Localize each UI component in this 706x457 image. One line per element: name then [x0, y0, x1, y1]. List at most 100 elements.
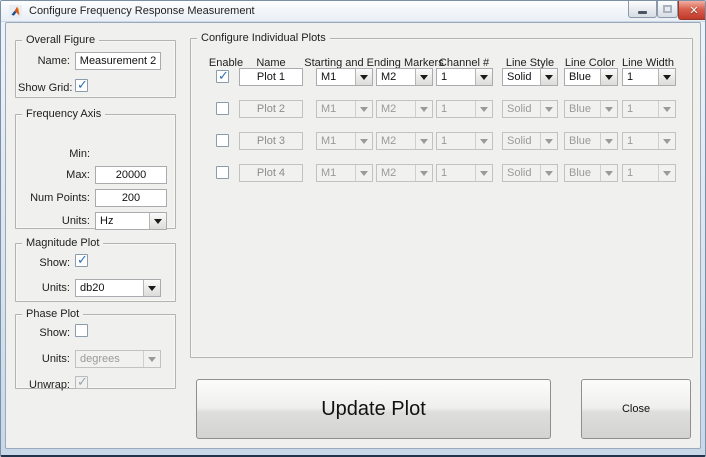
magnitude-plot-group: Magnitude Plot Show: Units: db20 — [15, 243, 176, 302]
marker-start-select: M1 — [316, 164, 373, 182]
update-plot-button[interactable]: Update Plot — [196, 379, 551, 439]
line-color-select[interactable]: Blue — [564, 68, 618, 86]
marker-start-select[interactable]: M1 — [316, 68, 373, 86]
chevron-down-icon — [658, 69, 675, 85]
chevron-down-icon — [600, 133, 617, 149]
max-input[interactable] — [95, 166, 167, 184]
individual-plots-group: Configure Individual Plots Enable Name S… — [190, 38, 693, 358]
name-label: Name: — [18, 55, 70, 67]
minimize-button[interactable] — [628, 1, 657, 18]
marker-start-select: M1 — [316, 132, 373, 150]
chevron-down-icon — [355, 133, 372, 149]
plot-row: M1 M2 1 Solid Blue 1 — [191, 164, 692, 184]
show-grid-checkbox[interactable] — [75, 79, 88, 92]
minimize-icon — [638, 11, 647, 14]
plot-name-input — [239, 132, 303, 150]
units-label: Units: — [18, 353, 70, 365]
chevron-down-icon — [475, 165, 492, 181]
chevron-down-icon — [475, 133, 492, 149]
chevron-down-icon — [475, 69, 492, 85]
show-label: Show: — [18, 327, 70, 339]
line-style-select: Solid — [502, 132, 558, 150]
chevron-down-icon — [540, 165, 557, 181]
chevron-down-icon — [475, 101, 492, 117]
marker-end-select: M2 — [376, 132, 433, 150]
chevron-down-icon — [658, 133, 675, 149]
enable-checkbox[interactable] — [216, 134, 229, 147]
line-width-select: 1 — [622, 164, 676, 182]
marker-end-select[interactable]: M2 — [376, 68, 433, 86]
magnitude-units-select[interactable]: db20 — [75, 279, 161, 297]
line-style-select: Solid — [502, 164, 558, 182]
chevron-down-icon — [540, 69, 557, 85]
chevron-down-icon — [658, 165, 675, 181]
enable-checkbox[interactable] — [216, 102, 229, 115]
show-label: Show: — [18, 257, 70, 269]
plot-name-input — [239, 100, 303, 118]
window-title: Configure Frequency Response Measurement — [29, 5, 255, 17]
frequency-axis-group: Frequency Axis Min: Max: Num Points: Uni… — [15, 114, 176, 229]
phase-units-select: degrees — [75, 350, 161, 368]
phase-show-checkbox[interactable] — [75, 324, 88, 337]
chevron-down-icon — [143, 351, 160, 367]
chevron-down-icon — [415, 165, 432, 181]
max-label: Max: — [18, 169, 90, 181]
line-color-select: Blue — [564, 100, 618, 118]
chevron-down-icon — [415, 101, 432, 117]
group-title: Configure Individual Plots — [197, 32, 330, 44]
chevron-down-icon — [540, 101, 557, 117]
chevron-down-icon — [355, 165, 372, 181]
chevron-down-icon — [143, 280, 160, 296]
num-points-label: Num Points: — [18, 192, 90, 204]
enable-checkbox[interactable] — [216, 70, 229, 83]
num-points-input[interactable] — [95, 189, 167, 207]
chevron-down-icon — [658, 101, 675, 117]
close-window-button[interactable]: ✕ — [678, 1, 706, 20]
close-icon: ✕ — [689, 4, 698, 17]
unwrap-checkbox — [75, 376, 88, 389]
line-color-select: Blue — [564, 132, 618, 150]
plot-row: M1 M2 1 Solid Blue 1 — [191, 132, 692, 152]
show-grid-label: Show Grid: — [18, 82, 70, 94]
channel-select[interactable]: 1 — [436, 68, 493, 86]
marker-end-select: M2 — [376, 164, 433, 182]
units-label: Units: — [18, 282, 70, 294]
maximize-icon — [663, 5, 672, 13]
chevron-down-icon — [149, 213, 166, 229]
dialog-window: Configure Frequency Response Measurement… — [0, 0, 706, 457]
plot-name-input — [239, 164, 303, 182]
line-color-select: Blue — [564, 164, 618, 182]
channel-select: 1 — [436, 164, 493, 182]
chevron-down-icon — [600, 69, 617, 85]
plot-name-input[interactable] — [239, 68, 303, 86]
chevron-down-icon — [415, 133, 432, 149]
units-label: Units: — [18, 215, 90, 227]
line-width-select[interactable]: 1 — [622, 68, 676, 86]
overall-figure-group: Overall Figure Name: Show Grid: — [15, 40, 176, 98]
group-title: Magnitude Plot — [22, 237, 103, 249]
title-bar[interactable]: Configure Frequency Response Measurement… — [1, 1, 705, 22]
line-style-select[interactable]: Solid — [502, 68, 558, 86]
chevron-down-icon — [600, 101, 617, 117]
plot-row: M1 M2 1 Solid Blue 1 — [191, 68, 692, 88]
window-controls: ✕ — [628, 1, 706, 19]
channel-select: 1 — [436, 132, 493, 150]
line-width-select: 1 — [622, 100, 676, 118]
group-title: Overall Figure — [22, 34, 99, 46]
close-button[interactable]: Close — [581, 379, 691, 439]
maximize-button — [657, 1, 678, 18]
figure-name-input[interactable] — [75, 52, 161, 70]
enable-checkbox[interactable] — [216, 166, 229, 179]
chevron-down-icon — [355, 69, 372, 85]
line-style-select: Solid — [502, 100, 558, 118]
line-width-select: 1 — [622, 132, 676, 150]
group-title: Frequency Axis — [22, 108, 105, 120]
phase-plot-group: Phase Plot Show: Units: degrees Unwrap: — [15, 314, 176, 389]
channel-select: 1 — [436, 100, 493, 118]
matlab-icon — [9, 5, 22, 18]
chevron-down-icon — [600, 165, 617, 181]
min-label: Min: — [18, 148, 90, 160]
magnitude-show-checkbox[interactable] — [75, 254, 88, 267]
frequency-units-select[interactable]: Hz — [95, 212, 167, 230]
unwrap-label: Unwrap: — [18, 379, 70, 391]
